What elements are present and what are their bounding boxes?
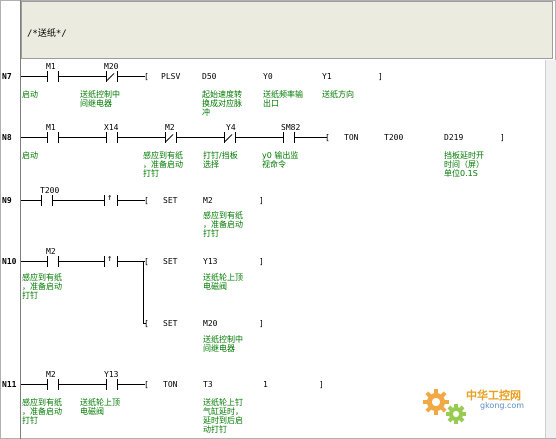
contact-bar	[235, 132, 236, 143]
box-bracket-right: ]	[259, 257, 264, 266]
comment: 送纸控制中 间继电器	[80, 90, 120, 108]
box-bracket-right: ]	[500, 133, 505, 142]
comment: 挡板延时开 时间（屏） 单位0.1S	[444, 151, 484, 178]
instruction-name: SET	[163, 196, 178, 205]
contact-operand: M20	[104, 62, 119, 71]
contact-bar	[283, 132, 284, 143]
contact-bar	[58, 71, 59, 82]
instruction-name: SET	[163, 319, 178, 328]
network-comment-text: /*送纸*/	[27, 29, 67, 39]
box-bracket-right: ]	[259, 319, 264, 328]
comment: 启动	[22, 151, 38, 160]
instruction-param: M20	[203, 319, 218, 328]
comment: 感应到有纸 ，准备启动 打钉	[143, 151, 183, 178]
network-comment-header[interactable]: /*送纸*/	[21, 1, 553, 59]
box-bracket-left: [	[144, 72, 149, 81]
contact-operand: M1	[46, 62, 56, 71]
contact-bar	[47, 256, 48, 267]
gear-icon	[423, 389, 466, 424]
comment: 感应到有纸 ，准备启动 打钉	[22, 273, 62, 300]
ladder-editor-frame	[0, 0, 556, 439]
contact-bar	[47, 379, 48, 390]
box-bracket-right: ]	[378, 72, 383, 81]
contact-bar	[58, 379, 59, 390]
comment: 送纸轮上顶 电磁阀	[80, 398, 120, 416]
rising-edge-icon: ↑	[107, 254, 113, 264]
instruction-name: SET	[163, 257, 178, 266]
wire	[21, 76, 145, 77]
comment: 起始速度转 换成对应脉 冲	[202, 90, 242, 117]
contact-bar	[176, 132, 177, 143]
contact-bar	[106, 379, 107, 390]
comment: 送纸轮上钉 气缸延时， 延时到后启 动打钉	[203, 398, 243, 434]
network-number: N8	[2, 133, 12, 142]
instruction-param: Y13	[203, 257, 218, 266]
contact-bar	[52, 195, 53, 206]
rising-edge-icon: ↑	[107, 193, 113, 203]
vertical-scrollbar[interactable]	[545, 60, 556, 438]
instruction-param: T200	[384, 133, 404, 142]
contact-operand: X14	[104, 123, 119, 132]
contact-bar	[294, 132, 295, 143]
comment: 送纸频率输 出口	[263, 90, 303, 108]
comment: 打钉/挡板 选择	[203, 151, 238, 169]
comment: y0 输出监 视命令	[262, 151, 299, 169]
instruction-param: T3	[203, 380, 213, 389]
contact-bar	[58, 132, 59, 143]
instruction-param: D50	[202, 72, 217, 81]
contact-bar	[47, 71, 48, 82]
wire	[21, 384, 145, 385]
contact-bar	[47, 132, 48, 143]
wire	[21, 200, 145, 201]
watermark-url: gkong.com	[480, 401, 525, 410]
network-number: N9	[2, 196, 12, 205]
contact-operand: M2	[46, 247, 56, 256]
contact-bar	[41, 195, 42, 206]
comment: 感应到有纸 ，准备启动 打钉	[203, 211, 243, 238]
instruction-name: TON	[344, 133, 359, 142]
box-bracket-left: [	[325, 133, 330, 142]
contact-operand: Y4	[226, 123, 236, 132]
contact-operand: T200	[40, 186, 60, 195]
contact-operand: M2	[46, 370, 56, 379]
comment: 送纸方向	[322, 90, 354, 99]
contact-bar	[117, 379, 118, 390]
network-number: N11	[2, 380, 17, 389]
box-bracket-right: ]	[319, 380, 324, 389]
instruction-param: D219	[444, 133, 464, 142]
edge-bar	[117, 195, 118, 206]
instruction-param: 1	[263, 380, 268, 389]
contact-bar	[106, 132, 107, 143]
wire	[21, 261, 145, 262]
branch-wire	[143, 261, 144, 324]
edge-bar	[104, 195, 105, 206]
instruction-param: Y1	[322, 72, 332, 81]
comment: 感应到有纸 ，准备启动 打钉	[22, 398, 62, 425]
comment: 送纸轮上顶 电磁阀	[203, 273, 243, 291]
box-bracket-left: [	[144, 257, 149, 266]
comment: 启动	[22, 90, 38, 99]
box-bracket-left: [	[144, 196, 149, 205]
contact-operand: M2	[165, 123, 175, 132]
edge-bar	[104, 256, 105, 267]
network-number: N7	[2, 72, 12, 81]
contact-bar	[58, 256, 59, 267]
comment: 送纸控制中 间继电器	[203, 335, 243, 353]
contact-bar	[117, 71, 118, 82]
contact-operand: SM82	[281, 123, 301, 132]
network-number: N10	[2, 257, 17, 266]
instruction-param: M2	[203, 196, 213, 205]
box-bracket-right: ]	[259, 196, 264, 205]
instruction-name: TON	[163, 380, 178, 389]
contact-bar	[117, 132, 118, 143]
left-power-rail	[20, 0, 21, 439]
instruction-name: PLSV	[161, 72, 181, 81]
contact-operand: M1	[46, 123, 56, 132]
instruction-param: Y0	[263, 72, 273, 81]
edge-bar	[117, 256, 118, 267]
box-bracket-left: [	[144, 319, 149, 328]
contact-operand: Y13	[104, 370, 119, 379]
box-bracket-left: [	[144, 380, 149, 389]
